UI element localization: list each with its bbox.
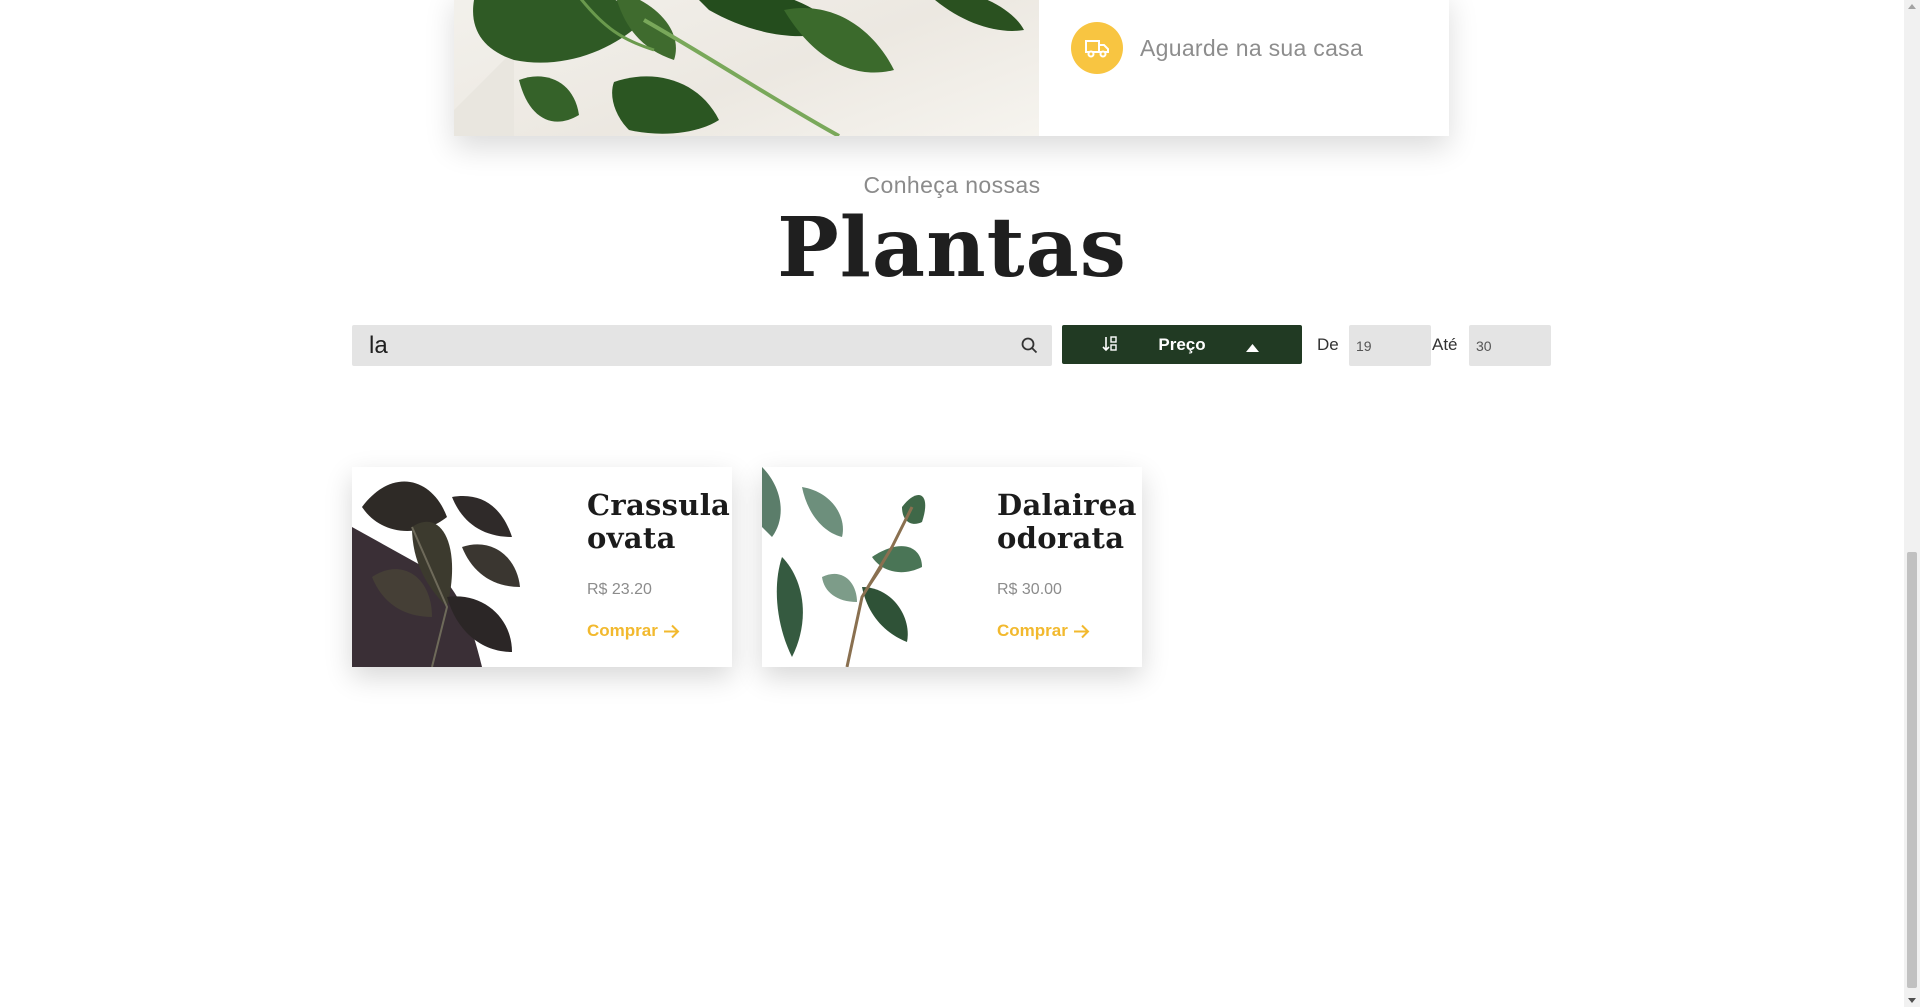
buy-label: Comprar: [997, 621, 1068, 640]
monstera-leaf-image: [454, 0, 1039, 136]
arrow-right-icon: [1073, 624, 1090, 638]
product-price: R$ 30.00: [997, 581, 1062, 598]
sort-label: Preço: [1158, 335, 1206, 354]
buy-button[interactable]: Comprar: [587, 621, 680, 641]
search-icon[interactable]: [1021, 337, 1038, 359]
price-to-input[interactable]: [1469, 325, 1551, 366]
caret-up-icon: [1246, 337, 1259, 357]
how-it-works-card: Aguarde na sua casa: [454, 0, 1449, 136]
scroll-up-arrow-icon[interactable]: [1908, 4, 1916, 9]
rubber-plant-image: [352, 467, 552, 667]
truck-icon: [1071, 22, 1123, 74]
product-price: R$ 23.20: [587, 581, 652, 598]
product-name: Crassula ovata: [587, 488, 731, 555]
price-from-label: De: [1317, 335, 1339, 354]
scrollbar-thumb[interactable]: [1907, 552, 1917, 988]
delivery-step: Aguarde na sua casa: [1071, 22, 1363, 74]
ficus-plant-image: [762, 467, 962, 667]
search-input[interactable]: [352, 325, 1009, 366]
delivery-step-text: Aguarde na sua casa: [1140, 34, 1364, 61]
buy-label: Comprar: [587, 621, 658, 640]
product-card: Crassula ovata R$ 23.20 Comprar: [352, 467, 732, 667]
page-scrollbar[interactable]: [1904, 0, 1920, 1007]
section-subtitle: Conheça nossas: [863, 172, 1041, 198]
product-name: Dalairea odorata: [997, 488, 1137, 555]
sort-by-price-button[interactable]: Preço: [1062, 325, 1302, 364]
buy-button[interactable]: Comprar: [997, 621, 1090, 641]
search-bar: [352, 325, 1052, 366]
scroll-down-arrow-icon[interactable]: [1908, 998, 1916, 1003]
price-from-input[interactable]: [1349, 325, 1431, 366]
arrow-right-icon: [663, 624, 680, 638]
product-card: Dalairea odorata R$ 30.00 Comprar: [762, 467, 1142, 667]
price-to-label: Até: [1432, 335, 1458, 354]
section-title: Plantas: [777, 200, 1127, 296]
